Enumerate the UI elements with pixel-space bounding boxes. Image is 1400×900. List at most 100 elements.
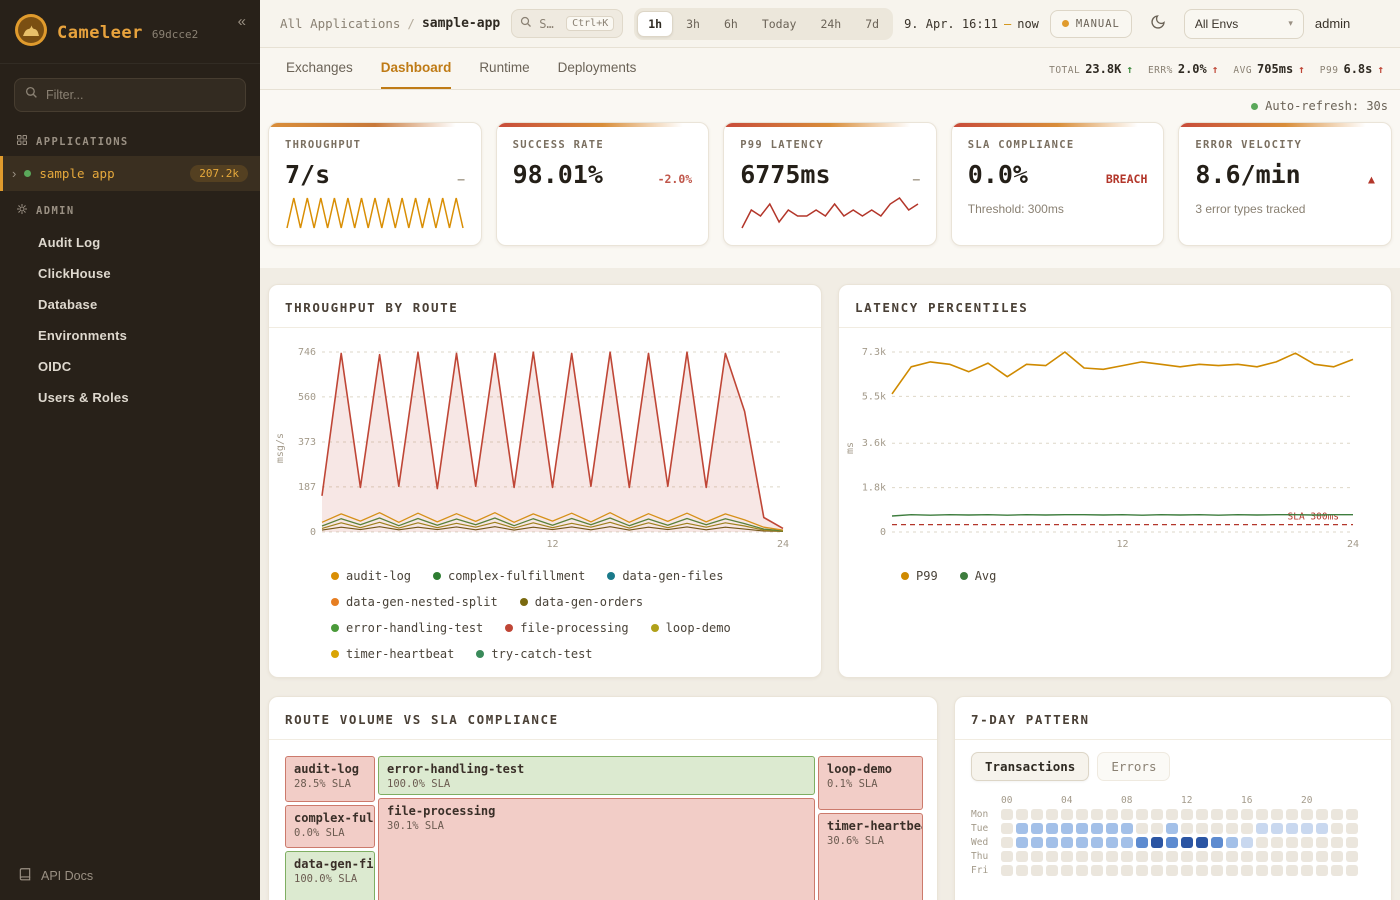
- heatmap-cell[interactable]: [1331, 823, 1343, 834]
- heatmap-cell[interactable]: [1166, 809, 1178, 820]
- legend-item-try-catch-test[interactable]: try-catch-test: [476, 647, 592, 661]
- heatmap-cell[interactable]: [1256, 809, 1268, 820]
- heatmap-cell[interactable]: [1331, 809, 1343, 820]
- heatmap-cell[interactable]: [1286, 823, 1298, 834]
- heatmap-cell[interactable]: [1241, 851, 1253, 862]
- heatmap-cell[interactable]: [1331, 851, 1343, 862]
- heatmap-cell[interactable]: [1061, 865, 1073, 876]
- legend-item-complex-fulfillment[interactable]: complex-fulfillment: [433, 569, 585, 583]
- heatmap-cell[interactable]: [1211, 809, 1223, 820]
- heatmap-cell[interactable]: [1001, 851, 1013, 862]
- heatmap-cell[interactable]: [1301, 837, 1313, 848]
- heatmap-cell[interactable]: [1106, 865, 1118, 876]
- filter-input[interactable]: [46, 88, 235, 102]
- legend-item-audit-log[interactable]: audit-log: [331, 569, 411, 583]
- sidebar-filter[interactable]: [14, 78, 246, 112]
- heatmap-cell[interactable]: [1226, 837, 1238, 848]
- sidebar-collapse-button[interactable]: «: [238, 13, 246, 30]
- heatmap-cell[interactable]: [1091, 823, 1103, 834]
- heatmap-cell[interactable]: [1016, 865, 1028, 876]
- legend-item-data-gen-orders[interactable]: data-gen-orders: [520, 595, 643, 609]
- heatmap-cell[interactable]: [1031, 865, 1043, 876]
- heatmap-cell[interactable]: [1031, 809, 1043, 820]
- heatmap-cell[interactable]: [1076, 851, 1088, 862]
- heatmap-cell[interactable]: [1286, 851, 1298, 862]
- heatmap-cell[interactable]: [1301, 823, 1313, 834]
- heatmap-cell[interactable]: [1106, 809, 1118, 820]
- sidebar-item-audit-log[interactable]: Audit Log: [0, 227, 260, 258]
- heatmap-cell[interactable]: [1271, 809, 1283, 820]
- heatmap-cell[interactable]: [1301, 809, 1313, 820]
- heatmap-cell[interactable]: [1136, 823, 1148, 834]
- heatmap-cell[interactable]: [1001, 823, 1013, 834]
- heatmap-cell[interactable]: [1136, 851, 1148, 862]
- heatmap-cell[interactable]: [1346, 809, 1358, 820]
- heatmap-cell[interactable]: [1211, 865, 1223, 876]
- heatmap-cell[interactable]: [1256, 823, 1268, 834]
- tab-dashboard[interactable]: Dashboard: [381, 48, 452, 89]
- range-7d[interactable]: 7d: [854, 11, 890, 37]
- env-dropdown[interactable]: All Envs ▾: [1184, 9, 1304, 39]
- heatmap-cell[interactable]: [1031, 851, 1043, 862]
- heatmap-cell[interactable]: [1271, 837, 1283, 848]
- heatmap-cell[interactable]: [1316, 865, 1328, 876]
- heatmap-cell[interactable]: [1061, 823, 1073, 834]
- toggle-transactions[interactable]: Transactions: [971, 752, 1089, 781]
- heatmap-cell[interactable]: [1196, 809, 1208, 820]
- heatmap-cell[interactable]: [1196, 823, 1208, 834]
- heatmap-cell[interactable]: [1301, 865, 1313, 876]
- range-today[interactable]: Today: [751, 11, 808, 37]
- heatmap-cell[interactable]: [1196, 851, 1208, 862]
- heatmap-cell[interactable]: [1151, 823, 1163, 834]
- legend-item-timer-heartbeat[interactable]: timer-heartbeat: [331, 647, 454, 661]
- heatmap-cell[interactable]: [1046, 809, 1058, 820]
- sidebar-item-environments[interactable]: Environments: [0, 320, 260, 351]
- heatmap-cell[interactable]: [1016, 837, 1028, 848]
- heatmap-cell[interactable]: [1151, 837, 1163, 848]
- heatmap-cell[interactable]: [1091, 837, 1103, 848]
- legend-item-Avg[interactable]: Avg: [960, 569, 997, 583]
- heatmap-cell[interactable]: [1031, 823, 1043, 834]
- heatmap-cell[interactable]: [1106, 823, 1118, 834]
- heatmap-cell[interactable]: [1256, 837, 1268, 848]
- heatmap-cell[interactable]: [1166, 851, 1178, 862]
- heatmap-cell[interactable]: [1301, 851, 1313, 862]
- heatmap-cell[interactable]: [1241, 865, 1253, 876]
- heatmap-cell[interactable]: [1241, 837, 1253, 848]
- treemap-cell-timer-heartbeat[interactable]: timer-heartbeat 30.6% SLA: [818, 813, 923, 900]
- treemap-cell-file-processing[interactable]: file-processing 30.1% SLA: [378, 798, 815, 900]
- heatmap-cell[interactable]: [1076, 865, 1088, 876]
- heatmap-cell[interactable]: [1226, 809, 1238, 820]
- heatmap-cell[interactable]: [1166, 837, 1178, 848]
- heatmap-cell[interactable]: [1181, 865, 1193, 876]
- breadcrumb-all-applications[interactable]: All Applications: [280, 16, 400, 31]
- heatmap-cell[interactable]: [1181, 823, 1193, 834]
- heatmap-cell[interactable]: [1256, 851, 1268, 862]
- toggle-errors[interactable]: Errors: [1097, 752, 1170, 781]
- heatmap-cell[interactable]: [1211, 837, 1223, 848]
- range-1h[interactable]: 1h: [637, 11, 673, 37]
- heatmap-cell[interactable]: [1346, 851, 1358, 862]
- heatmap-cell[interactable]: [1001, 809, 1013, 820]
- treemap-cell-audit-log[interactable]: audit-log 28.5% SLA: [285, 756, 375, 802]
- heatmap-cell[interactable]: [1121, 837, 1133, 848]
- heatmap-cell[interactable]: [1091, 865, 1103, 876]
- legend-item-error-handling-test[interactable]: error-handling-test: [331, 621, 483, 635]
- heatmap-cell[interactable]: [1256, 865, 1268, 876]
- heatmap-cell[interactable]: [1346, 823, 1358, 834]
- heatmap-cell[interactable]: [1151, 809, 1163, 820]
- heatmap-cell[interactable]: [1016, 809, 1028, 820]
- heatmap-cell[interactable]: [1286, 809, 1298, 820]
- heatmap-cell[interactable]: [1076, 823, 1088, 834]
- heatmap-cell[interactable]: [1151, 865, 1163, 876]
- heatmap-cell[interactable]: [1076, 809, 1088, 820]
- api-docs-link[interactable]: API Docs: [0, 851, 260, 900]
- heatmap-cell[interactable]: [1181, 809, 1193, 820]
- heatmap-cell[interactable]: [1091, 851, 1103, 862]
- heatmap-cell[interactable]: [1181, 851, 1193, 862]
- heatmap-cell[interactable]: [1316, 851, 1328, 862]
- heatmap-cell[interactable]: [1046, 837, 1058, 848]
- legend-item-data-gen-files[interactable]: data-gen-files: [607, 569, 723, 583]
- sidebar-item-users-roles[interactable]: Users & Roles: [0, 382, 260, 413]
- heatmap-cell[interactable]: [1196, 865, 1208, 876]
